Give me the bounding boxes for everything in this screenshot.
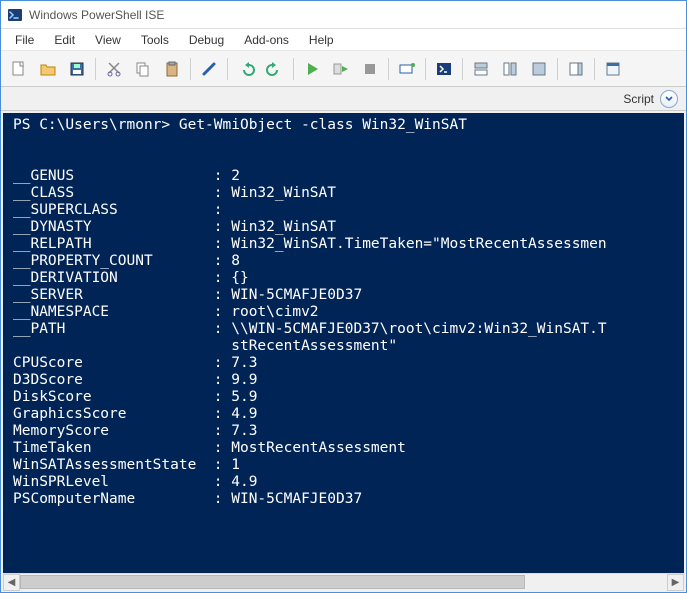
open-button[interactable] [34, 55, 62, 83]
separator [557, 58, 558, 80]
menu-view[interactable]: View [85, 31, 131, 49]
scroll-track[interactable] [20, 574, 667, 591]
redo-button[interactable] [261, 55, 289, 83]
stop-button[interactable] [356, 55, 384, 83]
menu-bar: File Edit View Tools Debug Add-ons Help [1, 29, 686, 51]
separator [594, 58, 595, 80]
show-script-top-button[interactable] [467, 55, 495, 83]
console-output[interactable]: PS C:\Users\rmonr> Get-WmiObject -class … [3, 113, 684, 573]
separator [462, 58, 463, 80]
menu-file[interactable]: File [5, 31, 44, 49]
show-command-window-button[interactable] [599, 55, 627, 83]
menu-help[interactable]: Help [299, 31, 344, 49]
menu-debug[interactable]: Debug [179, 31, 234, 49]
scroll-right-arrow-icon[interactable]: ▶ [667, 574, 684, 591]
show-command-addon-button[interactable] [562, 55, 590, 83]
separator [425, 58, 426, 80]
tab-script-label: Script [623, 92, 654, 106]
app-icon [7, 7, 23, 23]
window-titlebar: Windows PowerShell ISE [1, 1, 686, 29]
show-script-right-button[interactable] [496, 55, 524, 83]
new-remote-tab-button[interactable] [393, 55, 421, 83]
toolbar [1, 51, 686, 87]
separator [388, 58, 389, 80]
separator [227, 58, 228, 80]
new-button[interactable] [5, 55, 33, 83]
run-script-button[interactable] [298, 55, 326, 83]
horizontal-scrollbar[interactable]: ◀ ▶ [3, 573, 684, 590]
menu-tools[interactable]: Tools [131, 31, 179, 49]
run-selection-button[interactable] [327, 55, 355, 83]
chevron-down-icon[interactable] [660, 90, 678, 108]
separator [293, 58, 294, 80]
show-script-max-button[interactable] [525, 55, 553, 83]
tab-strip: Script [1, 87, 686, 111]
paste-button[interactable] [158, 55, 186, 83]
scroll-thumb[interactable] [20, 575, 525, 589]
separator [190, 58, 191, 80]
console-pane: PS C:\Users\rmonr> Get-WmiObject -class … [1, 111, 686, 592]
window-title: Windows PowerShell ISE [29, 8, 164, 22]
clear-button[interactable] [195, 55, 223, 83]
menu-addons[interactable]: Add-ons [234, 31, 299, 49]
save-button[interactable] [63, 55, 91, 83]
powershell-tab-button[interactable] [430, 55, 458, 83]
copy-button[interactable] [129, 55, 157, 83]
separator [95, 58, 96, 80]
cut-button[interactable] [100, 55, 128, 83]
undo-button[interactable] [232, 55, 260, 83]
menu-edit[interactable]: Edit [44, 31, 85, 49]
scroll-left-arrow-icon[interactable]: ◀ [3, 574, 20, 591]
